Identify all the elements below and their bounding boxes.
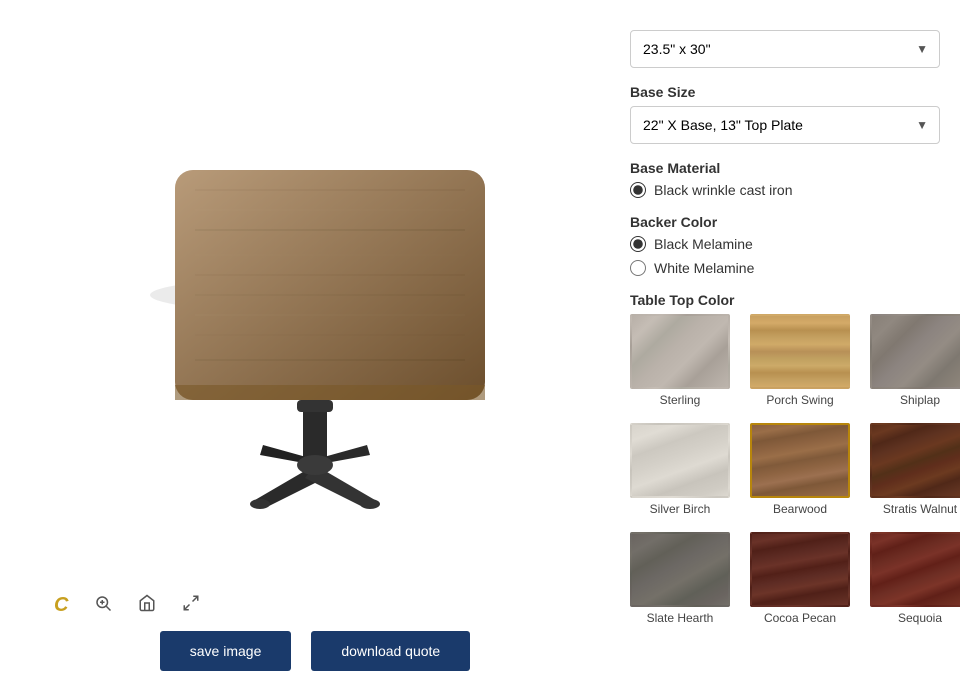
product-image-panel: C	[20, 20, 610, 671]
home-icon[interactable]	[134, 590, 160, 621]
base-material-radio-black-wrinkle[interactable]	[630, 182, 646, 198]
swatch-item-silver-birch[interactable]: Silver Birch	[630, 423, 730, 516]
swatch-shiplap[interactable]	[870, 314, 960, 389]
swatch-sterling[interactable]	[630, 314, 730, 389]
swatch-cocoa-pecan[interactable]	[750, 532, 850, 607]
backer-color-section: Backer Color Black Melamine White Melami…	[630, 214, 960, 276]
swatch-item-slate-hearth[interactable]: Slate Hearth	[630, 532, 730, 625]
color-swatch-grid: Sterling Porch Swing Shiplap Silver Birc…	[630, 314, 960, 625]
backer-color-option-white-melamine[interactable]: White Melamine	[630, 260, 960, 276]
swatch-label-sterling: Sterling	[660, 393, 701, 407]
backer-color-label: Backer Color	[630, 214, 960, 230]
base-material-section: Base Material Black wrinkle cast iron	[630, 160, 960, 198]
swatch-silver-birch[interactable]	[630, 423, 730, 498]
image-controls: C	[20, 590, 204, 621]
swatch-label-silver-birch: Silver Birch	[650, 502, 711, 516]
base-material-label: Base Material	[630, 160, 960, 176]
base-material-options: Black wrinkle cast iron	[630, 182, 960, 198]
product-image	[115, 110, 515, 510]
swatch-item-sterling[interactable]: Sterling	[630, 314, 730, 407]
swatch-bearwood[interactable]	[750, 423, 850, 498]
backer-color-radio-black[interactable]	[630, 236, 646, 252]
swatch-item-stratis-walnut[interactable]: Stratis Walnut	[870, 423, 960, 516]
expand-icon[interactable]	[178, 590, 204, 621]
swatch-item-sequoia[interactable]: Sequoia	[870, 532, 960, 625]
base-size-select-wrapper: 22" X Base, 13" Top Plate ▼	[630, 106, 940, 144]
backer-color-options: Black Melamine White Melamine	[630, 236, 960, 276]
base-size-select[interactable]: 22" X Base, 13" Top Plate	[630, 106, 940, 144]
swatch-label-shiplap: Shiplap	[900, 393, 940, 407]
action-buttons: save image download quote	[160, 631, 470, 671]
backer-color-option-black-melamine[interactable]: Black Melamine	[630, 236, 960, 252]
base-size-section: Base Size 22" X Base, 13" Top Plate ▼	[630, 84, 960, 144]
swatch-label-sequoia: Sequoia	[898, 611, 942, 625]
base-material-option-black-wrinkle[interactable]: Black wrinkle cast iron	[630, 182, 960, 198]
swatch-label-stratis-walnut: Stratis Walnut	[883, 502, 957, 516]
brand-icon[interactable]: C	[50, 590, 72, 621]
backer-color-radio-white[interactable]	[630, 260, 646, 276]
swatch-porch-swing[interactable]	[750, 314, 850, 389]
backer-color-black-label: Black Melamine	[654, 236, 753, 252]
swatch-label-cocoa-pecan: Cocoa Pecan	[764, 611, 836, 625]
base-material-option-label: Black wrinkle cast iron	[654, 182, 793, 198]
size-select[interactable]: 23.5" x 30"	[630, 30, 940, 68]
swatch-sequoia[interactable]	[870, 532, 960, 607]
swatch-label-bearwood: Bearwood	[773, 502, 827, 516]
table-top-color-label: Table Top Color	[630, 292, 960, 308]
swatch-item-shiplap[interactable]: Shiplap	[870, 314, 960, 407]
backer-color-white-label: White Melamine	[654, 260, 754, 276]
swatch-stratis-walnut[interactable]	[870, 423, 960, 498]
download-quote-button[interactable]: download quote	[311, 631, 470, 671]
product-image-area	[35, 40, 595, 580]
size-select-wrapper: 23.5" x 30" ▼	[630, 30, 940, 68]
zoom-icon[interactable]	[90, 590, 116, 621]
swatch-slate-hearth[interactable]	[630, 532, 730, 607]
swatch-label-slate-hearth: Slate Hearth	[647, 611, 714, 625]
product-options-panel: 23.5" x 30" ▼ Base Size 22" X Base, 13" …	[610, 20, 960, 671]
swatch-label-porch-swing: Porch Swing	[766, 393, 833, 407]
save-image-button[interactable]: save image	[160, 631, 292, 671]
swatch-item-porch-swing[interactable]: Porch Swing	[750, 314, 850, 407]
swatch-item-cocoa-pecan[interactable]: Cocoa Pecan	[750, 532, 850, 625]
table-top-color-section: Table Top Color Sterling Porch Swing Shi…	[630, 292, 960, 625]
base-size-label: Base Size	[630, 84, 960, 100]
swatch-item-bearwood[interactable]: Bearwood	[750, 423, 850, 516]
